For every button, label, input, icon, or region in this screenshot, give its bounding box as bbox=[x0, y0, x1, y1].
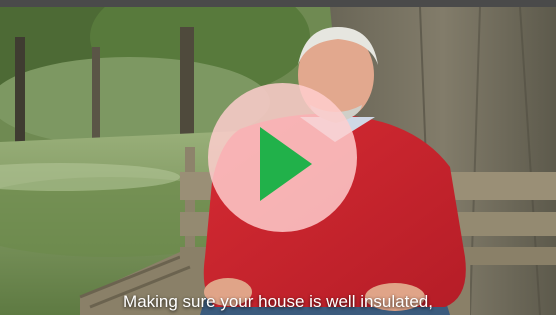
player-top-bar bbox=[0, 0, 556, 7]
play-icon bbox=[260, 127, 312, 201]
caption-text: Making sure your house is well insulated… bbox=[123, 292, 433, 311]
video-player[interactable]: Making sure your house is well insulated… bbox=[0, 0, 556, 315]
play-button[interactable] bbox=[208, 83, 357, 232]
